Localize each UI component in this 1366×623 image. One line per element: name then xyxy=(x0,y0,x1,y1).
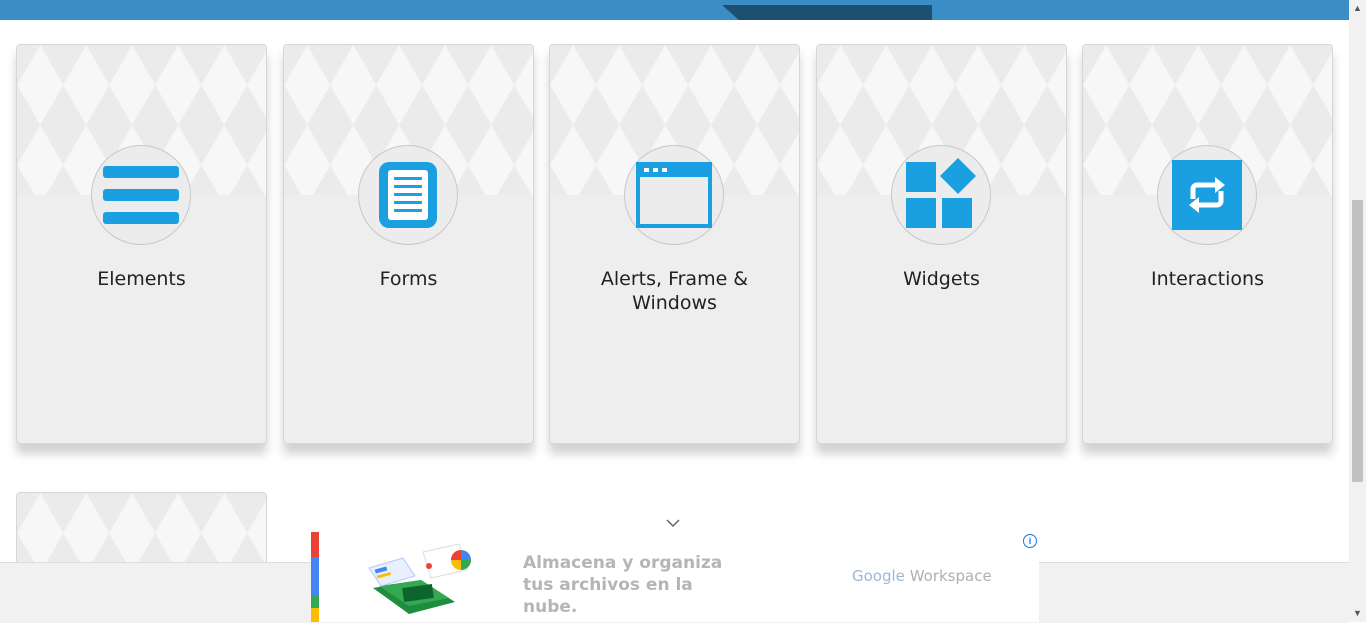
card-title: Widgets xyxy=(903,268,980,290)
card-forms[interactable]: Forms xyxy=(283,44,534,444)
scroll-down-arrow-icon[interactable]: ▼ xyxy=(1353,608,1362,618)
card-icon-circle xyxy=(358,145,458,245)
ad-brand: Google Workspace xyxy=(852,567,992,585)
ad-illustration xyxy=(368,543,471,614)
ad-headline: Almacena y organiza tus archivos en la n… xyxy=(523,553,723,617)
card-icon-circle xyxy=(891,145,991,245)
scroll-thumb[interactable] xyxy=(1352,200,1363,482)
ad-stripe-green xyxy=(311,595,319,608)
widgets-icon xyxy=(906,158,976,228)
card-title: Alerts, Frame & Windows xyxy=(600,268,749,314)
card-interactions[interactable]: Interactions xyxy=(1082,44,1333,444)
ad-brand-google: Google xyxy=(852,567,905,585)
header-tab[interactable] xyxy=(722,5,932,20)
card-title: Interactions xyxy=(1151,268,1264,290)
info-icon[interactable]: i xyxy=(1023,534,1037,548)
card-title: Elements xyxy=(97,268,186,290)
document-icon xyxy=(379,162,437,228)
card-title: Forms xyxy=(379,268,438,290)
list-icon xyxy=(103,166,179,224)
chevron-down-icon[interactable] xyxy=(666,518,680,528)
ad-stripe-red xyxy=(311,532,319,557)
scroll-up-arrow-icon[interactable]: ▲ xyxy=(1353,3,1362,13)
ad-stripe-yellow xyxy=(311,608,319,622)
card-icon-circle xyxy=(1157,145,1257,245)
repeat-icon xyxy=(1172,160,1242,230)
top-header-bar xyxy=(0,0,1349,20)
card-alerts-frame-windows[interactable]: Alerts, Frame & Windows xyxy=(549,44,800,444)
card-elements[interactable]: Elements xyxy=(16,44,267,444)
card-icon-circle xyxy=(91,145,191,245)
window-icon xyxy=(636,162,712,228)
card-widgets[interactable]: Widgets xyxy=(816,44,1067,444)
ad-brand-workspace: Workspace xyxy=(909,567,992,585)
ad-stripe-blue xyxy=(311,557,319,595)
advertisement-banner[interactable]: Almacena y organiza tus archivos en la n… xyxy=(311,532,1039,622)
vertical-scrollbar[interactable]: ▲ ▼ xyxy=(1349,0,1366,622)
card-icon-circle xyxy=(624,145,724,245)
